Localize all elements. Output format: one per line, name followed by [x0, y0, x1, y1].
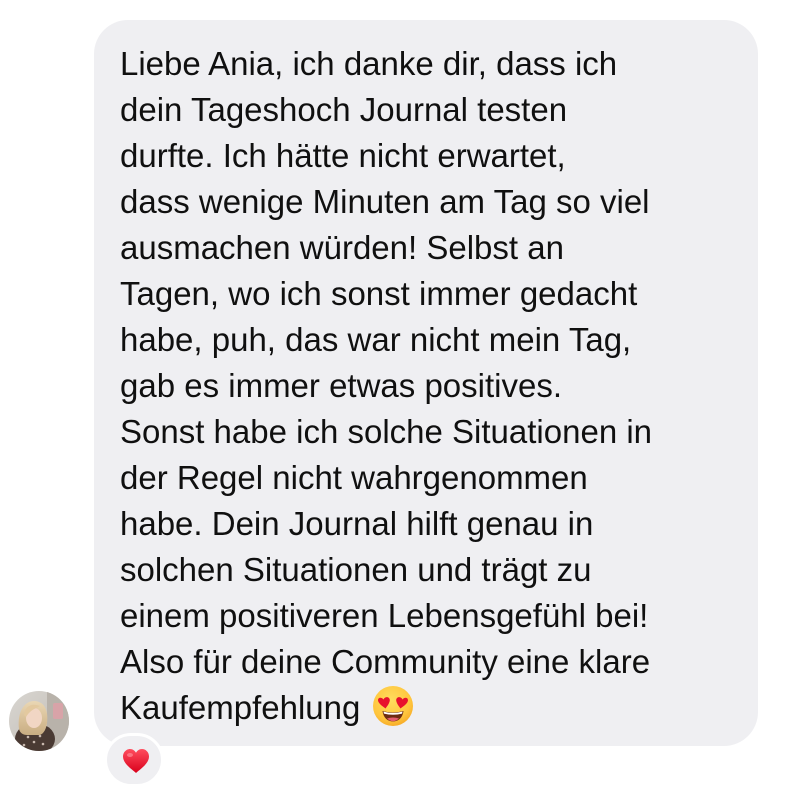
chat-conversation: Liebe Ania, ich danke dir, dass ich dein… [0, 0, 787, 800]
avatar-photo-icon [9, 691, 69, 751]
message-line: solchen Situationen und trägt zu [120, 551, 592, 588]
message-line: habe, puh, das war nicht mein Tag, [120, 321, 632, 358]
message-line: habe. Dein Journal hilft genau in [120, 505, 594, 542]
message-line: durfte. Ich hätte nicht erwartet, [120, 137, 566, 174]
message-bubble[interactable]: Liebe Ania, ich danke dir, dass ich dein… [94, 20, 758, 746]
message-line: der Regel nicht wahrgenommen [120, 459, 588, 496]
heart-eyes-emoji-icon [372, 685, 414, 727]
message-line: ausmachen würden! Selbst an [120, 229, 564, 266]
message-line: Sonst habe ich solche Situationen in [120, 413, 653, 450]
heart-reaction[interactable] [104, 733, 164, 787]
red-heart-icon [123, 749, 149, 773]
sender-avatar[interactable] [9, 691, 69, 751]
message-line-text: Kaufempfehlung [120, 689, 361, 726]
message-line: Also für deine Community eine klare [120, 643, 651, 680]
message-line: dass wenige Minuten am Tag so viel [120, 183, 650, 220]
message-last-line: Kaufempfehlung [120, 685, 738, 731]
message-line: einem positiveren Lebensgefühl bei! [120, 597, 649, 634]
message-line: Tagen, wo ich sonst immer gedacht [120, 275, 638, 312]
message-line: Liebe Ania, ich danke dir, dass ich [120, 45, 618, 82]
message-line: dein Tageshoch Journal testen [120, 91, 568, 128]
message-line: gab es immer etwas positives. [120, 367, 563, 404]
